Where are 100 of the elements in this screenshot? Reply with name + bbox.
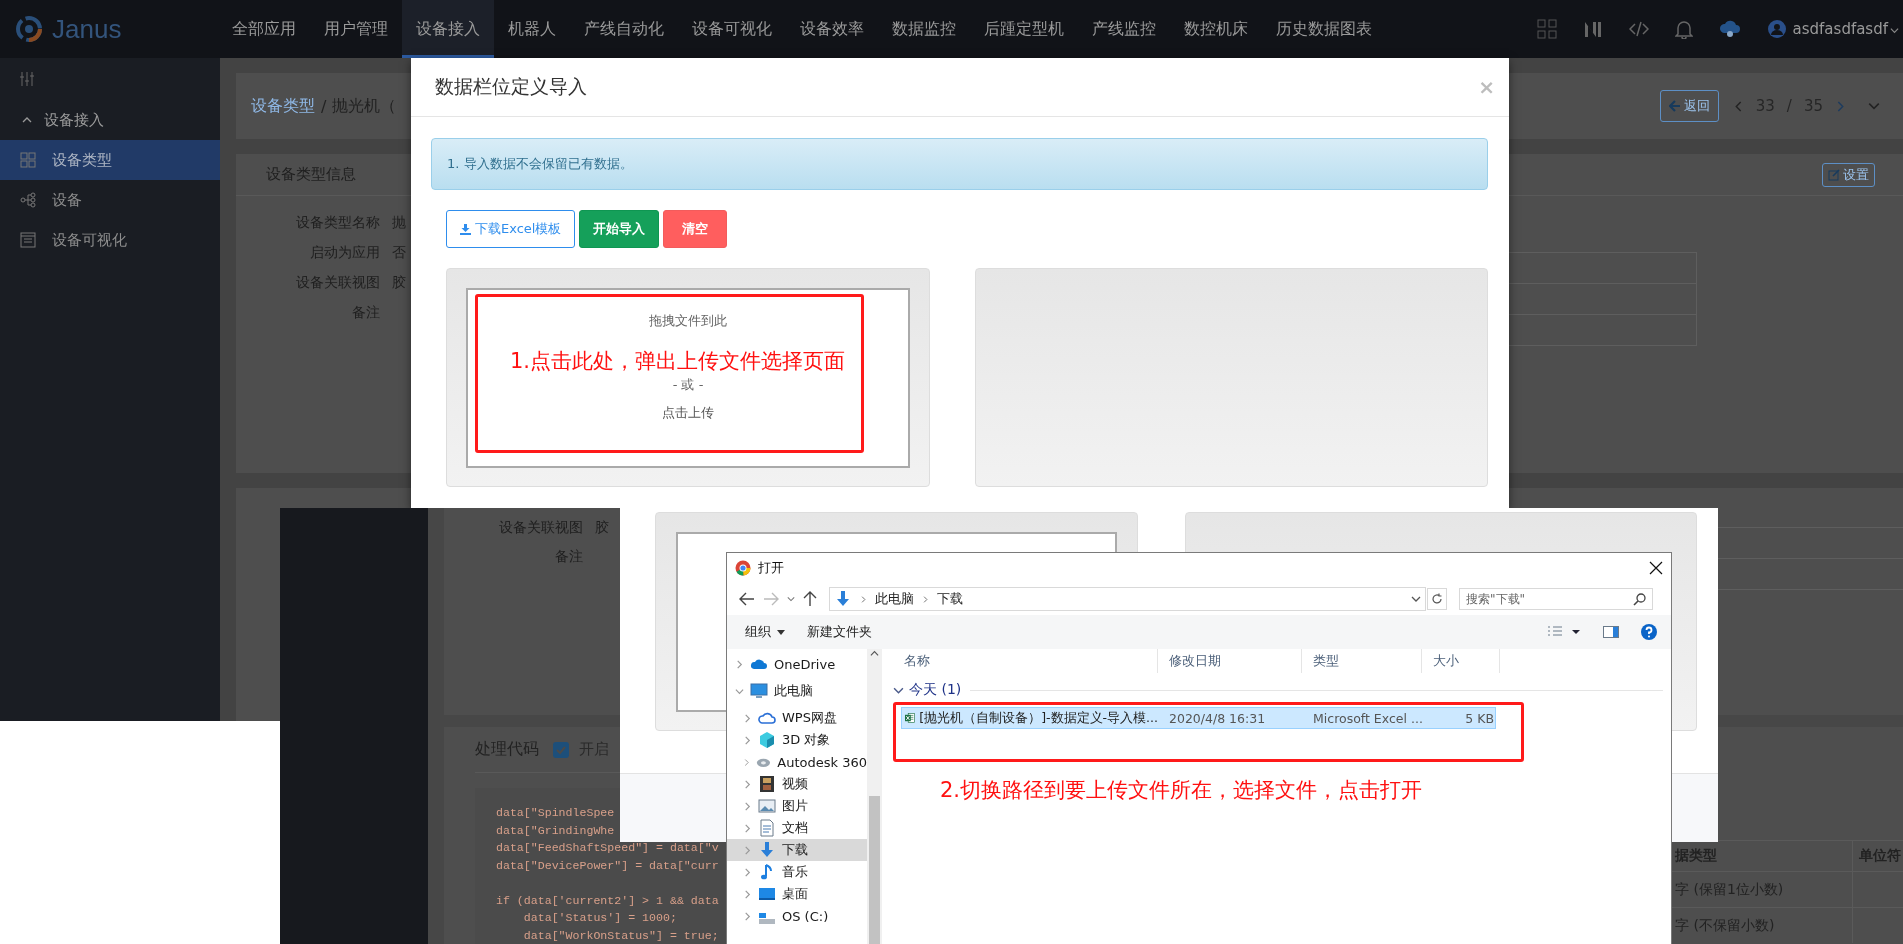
enable-checkbox[interactable] xyxy=(553,741,569,758)
annotation-text: 2.切换路径到要上传文件所在，选择文件，点击打开 xyxy=(940,777,1423,804)
download-icon xyxy=(758,841,776,859)
folder-nav-item[interactable]: 桌面 xyxy=(727,883,867,905)
download-icon xyxy=(460,223,471,235)
monitor-icon xyxy=(750,682,768,700)
user-name[interactable]: asdfasdfasdf xyxy=(1792,20,1888,38)
notice-alert: 1. 导入数据不会保留已有数据。 xyxy=(431,138,1488,190)
window-icon xyxy=(20,232,36,248)
new-folder-button[interactable]: 新建文件夹 xyxy=(807,623,872,641)
grid-icon[interactable] xyxy=(1536,19,1557,39)
nav-tab[interactable]: 历史数据图表 xyxy=(1262,0,1386,58)
code-line: data["FeedShaftSpeed"] = data["v xyxy=(496,840,719,856)
cloud-icon[interactable] xyxy=(1718,19,1741,39)
code-icon[interactable] xyxy=(1628,21,1649,37)
edit-icon xyxy=(1828,168,1840,181)
nav-tab[interactable]: 数据监控 xyxy=(878,0,970,58)
nav-tab[interactable]: 全部应用 xyxy=(218,0,310,58)
breadcrumb-separator: / xyxy=(321,96,327,116)
folder-nav-item[interactable]: 文档 xyxy=(727,817,867,839)
column-header[interactable]: 名称 xyxy=(893,649,1158,673)
settings-button[interactable]: 设置 xyxy=(1822,162,1875,187)
folder-nav-item[interactable]: 视频 xyxy=(727,773,867,795)
dialog-title: 打开 xyxy=(758,559,785,577)
close-icon[interactable] xyxy=(1649,561,1663,575)
avatar-icon[interactable] xyxy=(1766,19,1787,39)
folder-nav-item[interactable]: 音乐 xyxy=(727,861,867,883)
help-icon[interactable] xyxy=(1641,624,1657,640)
back-button[interactable] xyxy=(739,592,755,606)
dropdown-icon xyxy=(1411,594,1421,604)
nav-tab[interactable]: 设备效率 xyxy=(786,0,878,58)
folder-nav-item[interactable]: 3D 对象 xyxy=(727,729,867,751)
annotation-text: 1.点击此处，弹出上传文件选择页面 xyxy=(510,348,846,375)
previous-icon xyxy=(1732,100,1744,112)
nav-tab[interactable]: 用户管理 xyxy=(310,0,402,58)
document-icon xyxy=(758,819,776,837)
tree-caret-icon xyxy=(743,713,752,723)
refresh-button[interactable] xyxy=(1427,588,1447,610)
column-header[interactable]: 大小 xyxy=(1422,649,1500,673)
column-header[interactable]: 类型 xyxy=(1302,649,1422,673)
refresh-icon xyxy=(1431,593,1443,605)
nav-tab[interactable]: 数控机床 xyxy=(1170,0,1262,58)
file-row[interactable]: [抛光机（自制设备）]-数据定义-导入模... 2020/4/8 16:31 Microsoft Excel ... 5 KB xyxy=(901,707,1496,729)
logo-text: Janus xyxy=(52,13,122,45)
up-button[interactable] xyxy=(803,591,817,607)
dropzone-separator: - 或 - xyxy=(672,376,704,394)
tree-caret-icon xyxy=(743,757,751,767)
grid-icon xyxy=(20,152,36,168)
preview-pane-icon[interactable] xyxy=(1603,626,1619,638)
menu-toggle-icon[interactable] xyxy=(20,71,34,87)
search-field[interactable]: 搜索"下载" xyxy=(1459,588,1653,610)
sidebar-item[interactable]: 设备可视化 xyxy=(0,220,220,260)
caret-icon xyxy=(777,629,785,635)
nav-tab[interactable]: 产线监控 xyxy=(1078,0,1170,58)
tree-caret-icon xyxy=(735,659,744,669)
back-button[interactable]: 返回 xyxy=(1659,90,1719,122)
address-bar[interactable]: 此电脑 下载 xyxy=(829,587,1426,611)
breadcrumb-link[interactable]: 设备类型 xyxy=(251,95,315,117)
spreadsheet-icon xyxy=(905,710,916,726)
sidebar-item[interactable]: 设备 xyxy=(0,180,220,220)
nav-tab[interactable]: 产线自动化 xyxy=(570,0,678,58)
brand-logo-icon[interactable] xyxy=(1582,19,1603,39)
folder-nav-item[interactable]: OneDrive xyxy=(727,653,867,675)
arrow-left-icon xyxy=(1668,100,1681,112)
download-template-button[interactable]: 下载Excel模板 xyxy=(446,210,576,248)
folder-nav-item[interactable]: WPS网盘 xyxy=(727,707,867,729)
nav-tab[interactable]: 设备可视化 xyxy=(678,0,786,58)
view-options-icon[interactable] xyxy=(1547,626,1581,638)
page-separator: / xyxy=(1786,97,1792,115)
folder-nav-item[interactable]: Autodesk 360 xyxy=(727,751,867,773)
image-icon xyxy=(758,797,776,815)
column-header[interactable]: 修改日期 xyxy=(1158,649,1302,673)
forward-button[interactable] xyxy=(763,592,779,606)
sidebar-item[interactable]: 设备类型 xyxy=(0,140,220,180)
bell-icon[interactable] xyxy=(1674,19,1693,39)
folder-nav-item[interactable]: OS (C:) xyxy=(727,905,867,927)
tree-caret-icon xyxy=(743,889,752,899)
folder-nav-item[interactable]: 此电脑 xyxy=(727,680,867,702)
code-line: data["GrindingWhe xyxy=(496,822,615,839)
organize-menu[interactable]: 组织 xyxy=(745,623,785,641)
folder-nav-item[interactable]: 图片 xyxy=(727,795,867,817)
path-segment[interactable]: 此电脑 xyxy=(875,590,914,608)
nav-tab[interactable]: 机器人 xyxy=(494,0,570,58)
tree-icon xyxy=(20,192,36,208)
code-line: data['Status'] = 1000; xyxy=(522,910,677,926)
chevron-icon xyxy=(22,115,32,125)
sidebar-group[interactable]: 设备接入 xyxy=(0,100,220,140)
dropzone-hint: 拖拽文件到此 xyxy=(649,312,727,330)
tree-caret-icon xyxy=(743,911,752,921)
caret-icon xyxy=(1890,25,1899,35)
tree-caret-icon xyxy=(743,867,752,877)
download-icon xyxy=(834,590,852,608)
nav-tab[interactable]: 设备接入 xyxy=(402,0,494,58)
folder-nav-item[interactable]: 下载 xyxy=(727,839,867,861)
nav-tab[interactable]: 后踵定型机 xyxy=(970,0,1078,58)
scroll-up-icon xyxy=(870,649,879,658)
path-segment[interactable]: 下载 xyxy=(937,590,963,608)
code-line: data["WorkOnStatus"] = true; xyxy=(522,927,719,944)
scrollbar[interactable] xyxy=(867,649,882,944)
recent-dropdown-icon xyxy=(787,595,795,603)
